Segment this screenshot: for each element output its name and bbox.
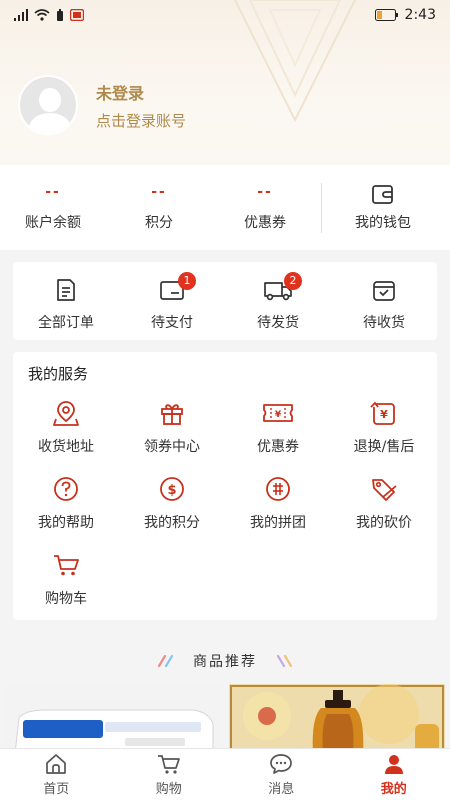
tab-messages[interactable]: 消息 [225, 749, 338, 800]
location-icon [53, 401, 79, 426]
avatar[interactable] [18, 75, 78, 135]
tab-label: 首页 [43, 781, 70, 797]
product-list [0, 684, 450, 748]
tab-label: 购物 [155, 781, 182, 797]
decor-slash-icon [157, 654, 174, 668]
status-time: 2:43 [404, 7, 436, 23]
service-group-buy[interactable]: 我的拼团 [225, 474, 331, 550]
service-points[interactable]: $ 我的积分 [119, 474, 225, 550]
wallet-icon [372, 184, 393, 204]
group-buy-icon [266, 477, 290, 501]
stat-balance[interactable]: -- 账户余额 [0, 184, 106, 232]
order-to-receive[interactable]: 待收货 [331, 262, 437, 340]
profile-name: 未登录 [96, 83, 145, 103]
signal-icon [14, 9, 28, 21]
message-icon [270, 753, 293, 774]
login-prompt[interactable]: 点击登录账号 [96, 110, 186, 131]
my-wallet-button[interactable]: 我的钱包 [325, 184, 441, 232]
gift-icon [161, 404, 183, 425]
bargain-tag-icon [372, 479, 397, 501]
order-list-icon [57, 279, 75, 301]
order-to-ship[interactable]: 2 待发货 [225, 262, 331, 340]
service-label: 优惠券 [257, 439, 299, 455]
service-label: 我的砍价 [356, 515, 412, 531]
tab-label: 我的 [380, 781, 407, 797]
wallet-label: 我的钱包 [355, 214, 411, 231]
decor-slash-icon [276, 654, 293, 668]
coupon-icon: ¥ [263, 404, 293, 422]
stat-value: -- [151, 183, 167, 200]
orders-card: 全部订单 1 待支付 2 待发货 待收货 [13, 262, 437, 340]
to-ship-badge: 2 [284, 272, 302, 290]
unpaid-badge: 1 [178, 272, 196, 290]
product-card-tissue[interactable] [5, 684, 221, 748]
stat-points[interactable]: -- 积分 [106, 184, 212, 232]
refund-icon: ¥ [370, 401, 395, 425]
help-icon [54, 477, 78, 501]
svg-text:$: $ [167, 483, 176, 498]
bottom-tab-bar: 首页 购物 消息 我的 [0, 748, 450, 800]
home-icon [46, 753, 67, 774]
service-address[interactable]: 收货地址 [13, 398, 119, 474]
stat-value: -- [45, 183, 61, 200]
points-icon: $ [160, 477, 184, 501]
svg-text:¥: ¥ [380, 408, 388, 421]
service-coupons[interactable]: ¥ 优惠券 [225, 398, 331, 474]
service-label: 我的积分 [144, 515, 200, 531]
cart-icon [54, 555, 79, 576]
service-cart[interactable]: 购物车 [13, 550, 119, 626]
product-image-shampoo [229, 684, 445, 748]
tab-label: 消息 [268, 781, 295, 797]
order-label: 全部订单 [38, 315, 94, 331]
shopping-cart-icon [157, 754, 180, 774]
order-label: 待收货 [363, 315, 405, 331]
stat-label: 账户余额 [25, 214, 81, 231]
stat-label: 积分 [145, 214, 173, 231]
services-card: 我的服务 收货地址 领券中心 ¥ 优惠券 ¥ 退换/售后 我的帮助 $ 我的积分… [13, 352, 437, 620]
user-icon [384, 754, 403, 774]
stat-coupons[interactable]: -- 优惠券 [212, 184, 318, 232]
service-refund[interactable]: ¥ 退换/售后 [331, 398, 437, 474]
service-label: 购物车 [45, 591, 87, 607]
service-coupon-center[interactable]: 领券中心 [119, 398, 225, 474]
product-image-tissue [5, 684, 221, 748]
svg-text:¥: ¥ [275, 410, 282, 420]
wifi-icon [34, 9, 50, 21]
battery-icon [374, 9, 398, 21]
order-unpaid[interactable]: 1 待支付 [119, 262, 225, 340]
status-bar: 2:43 [0, 0, 450, 30]
divider [321, 182, 322, 233]
recommend-title: 商品推荐 [193, 654, 257, 670]
service-label: 退换/售后 [353, 439, 415, 455]
received-box-icon [373, 281, 395, 301]
service-label: 领券中心 [144, 439, 200, 455]
service-help[interactable]: 我的帮助 [13, 474, 119, 550]
service-label: 我的拼团 [250, 515, 306, 531]
small-battery-icon [57, 9, 63, 21]
tab-mine[interactable]: 我的 [338, 749, 450, 800]
product-card-shampoo[interactable] [229, 684, 445, 748]
account-stats: -- 账户余额 -- 积分 -- 优惠券 我的钱包 [0, 165, 450, 250]
stat-label: 优惠券 [244, 214, 286, 231]
order-all[interactable]: 全部订单 [13, 262, 119, 340]
order-label: 待发货 [257, 315, 299, 331]
tab-shopping[interactable]: 购物 [113, 749, 226, 800]
services-title: 我的服务 [28, 365, 89, 383]
recommend-header: 商品推荐 [0, 648, 450, 674]
service-label: 收货地址 [38, 439, 94, 455]
stat-value: -- [257, 183, 273, 200]
service-label: 我的帮助 [38, 515, 94, 531]
login-profile[interactable]: 未登录 点击登录账号 [18, 75, 186, 135]
order-label: 待支付 [151, 315, 193, 331]
tab-home[interactable]: 首页 [0, 749, 113, 800]
notification-icon [70, 9, 84, 21]
service-bargain[interactable]: 我的砍价 [331, 474, 437, 550]
